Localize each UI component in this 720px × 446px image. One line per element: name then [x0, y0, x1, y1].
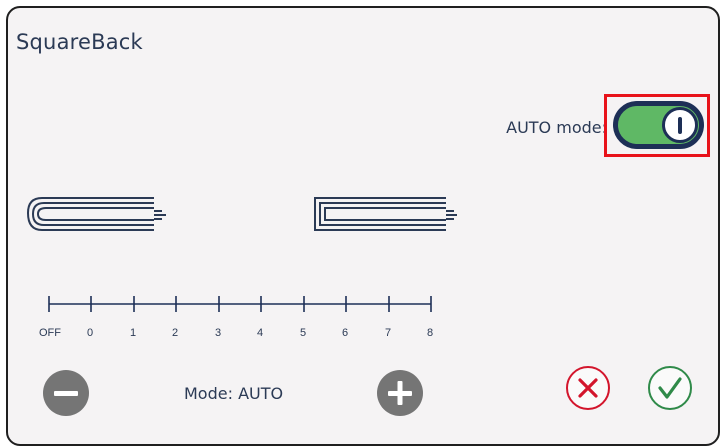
- scale-label-2: 2: [172, 327, 178, 339]
- scale-label-6: 6: [342, 327, 348, 339]
- cancel-button[interactable]: [566, 366, 610, 410]
- book-rounded-spine-icon: [26, 197, 166, 231]
- scale-label-4: 4: [257, 327, 263, 339]
- toggle-knob: [662, 107, 698, 143]
- mode-status: Mode: AUTO: [184, 384, 284, 403]
- scale-label-3: 3: [215, 327, 221, 339]
- scale-label-1: 1: [130, 327, 136, 339]
- increase-button[interactable]: [377, 370, 423, 416]
- scale-label-off: OFF: [39, 327, 61, 339]
- check-icon: [658, 377, 682, 399]
- scale-label-0: 0: [87, 327, 93, 339]
- scale-label-8: 8: [427, 327, 433, 339]
- x-icon: [578, 378, 598, 398]
- plus-icon: [388, 381, 412, 405]
- page-title: SquareBack: [16, 30, 143, 54]
- scale-label-5: 5: [300, 327, 306, 339]
- minus-icon: [54, 391, 78, 396]
- confirm-button[interactable]: [648, 366, 692, 410]
- decrease-button[interactable]: [43, 370, 89, 416]
- scale-label-7: 7: [385, 327, 391, 339]
- auto-mode-label: AUTO mode:: [506, 118, 607, 137]
- level-scale: OFF 0 1 2 3 4 5 6 7 8: [39, 296, 433, 339]
- auto-mode-toggle[interactable]: [613, 101, 704, 149]
- book-square-spine-icon: [314, 197, 457, 231]
